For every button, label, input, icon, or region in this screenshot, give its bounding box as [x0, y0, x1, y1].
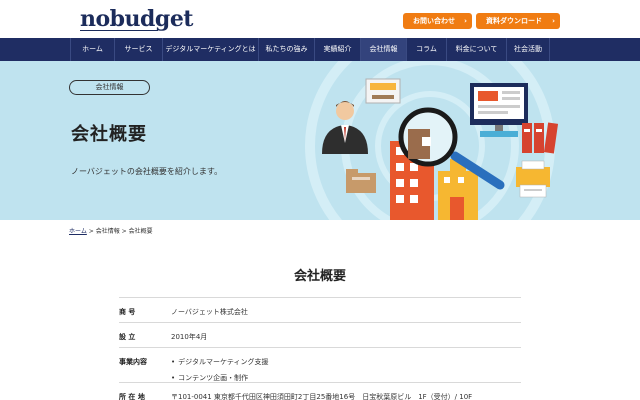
folder-icon: [346, 169, 376, 193]
table-row: 所 在 地 〒101-0041 東京都千代田区神田須田町2丁目25番地16号 日…: [119, 382, 521, 400]
nav-item-column[interactable]: コラム: [406, 38, 446, 61]
binders-icon: [522, 122, 559, 154]
file-drawer-icon: [365, 78, 401, 104]
download-button-label: 資料ダウンロード: [486, 17, 542, 25]
hero-title: 会社概要: [71, 124, 147, 145]
nav-item-works[interactable]: 実績紹介: [314, 38, 360, 61]
breadcrumb: ホーム > 会社情報 > 会社概要: [69, 226, 153, 235]
breadcrumb-current: 会社概要: [128, 228, 153, 235]
section-badge: 会社情報: [69, 80, 150, 95]
row-label: 事業内容: [119, 358, 147, 366]
nav-item-home[interactable]: ホーム: [70, 38, 114, 61]
download-button[interactable]: 資料ダウンロード ›: [476, 13, 560, 29]
breadcrumb-home-link[interactable]: ホーム: [69, 228, 87, 235]
chevron-right-icon: ›: [552, 17, 555, 25]
hero-description: ノーバジェットの会社概要を紹介します。: [71, 167, 223, 176]
site-header: nobudget お問い合わせ › 資料ダウンロード ›: [0, 0, 640, 38]
row-value: ノーバジェット株式会社: [171, 308, 248, 316]
nav-item-services[interactable]: サービス: [114, 38, 162, 61]
row-value: 〒101-0041 東京都千代田区神田須田町2丁目25番地16号 日宝秋葉原ビル…: [171, 393, 473, 400]
list-item: デジタルマーケティング支援: [171, 357, 268, 367]
nav-item-social[interactable]: 社会活動: [506, 38, 550, 61]
breadcrumb-separator: >: [121, 228, 127, 235]
site-logo[interactable]: nobudget: [80, 6, 193, 32]
nav-item-pricing[interactable]: 料金について: [446, 38, 506, 61]
contact-button-label: お問い合わせ: [413, 17, 455, 25]
hero-illustration: [305, 61, 559, 220]
company-info-table: 商 号 ノーバジェット株式会社 設 立 2010年4月 事業内容 デジタルマーケ…: [119, 297, 521, 400]
row-value: 2010年4月: [171, 333, 208, 341]
contact-button[interactable]: お問い合わせ ›: [403, 13, 472, 29]
table-row: 事業内容 デジタルマーケティング支援 コンテンツ企画・制作: [119, 347, 521, 382]
page-title: 会社概要: [293, 269, 346, 284]
businessman-icon: [322, 101, 368, 154]
row-label: 商 号: [119, 308, 136, 316]
table-row: 設 立 2010年4月: [119, 322, 521, 347]
hero-banner: 会社情報 会社概要 ノーバジェットの会社概要を紹介します。: [0, 61, 640, 220]
chevron-right-icon: ›: [464, 17, 467, 25]
nav-item-company[interactable]: 会社情報: [360, 38, 406, 61]
row-label: 所 在 地: [119, 393, 145, 400]
main-navigation: ホーム サービス デジタルマーケティングとは 私たちの強み 実績紹介 会社情報 …: [0, 38, 640, 61]
nav-item-strengths[interactable]: 私たちの強み: [258, 38, 314, 61]
logo-underline: [80, 30, 158, 31]
breadcrumb-parent: 会社情報: [95, 228, 120, 235]
nav-item-digital-marketing[interactable]: デジタルマーケティングとは: [162, 38, 258, 61]
breadcrumb-separator: >: [88, 228, 94, 235]
table-row: 商 号 ノーバジェット株式会社: [119, 297, 521, 322]
row-label: 設 立: [119, 333, 136, 341]
